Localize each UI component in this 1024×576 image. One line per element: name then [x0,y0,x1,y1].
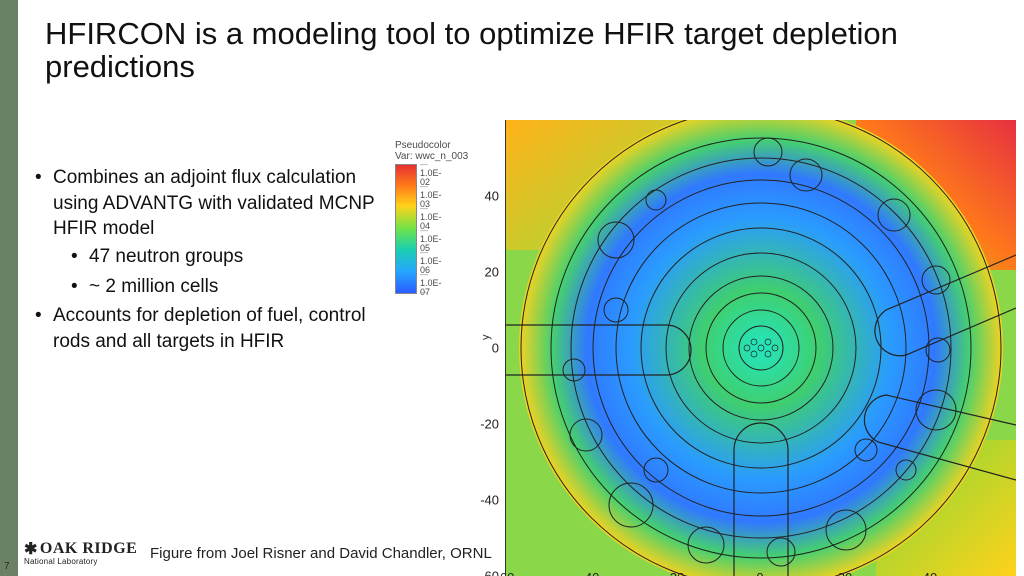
y-tick: 20 [469,265,499,280]
list-item: Combines an adjoint flux calculation usi… [35,165,385,299]
y-axis-label: y [480,335,492,341]
ornl-logo: ✱OAK RIDGE National Laboratory [24,539,137,566]
colorbar: PseudocolorVar: wwc_n_003 1.0E-02 1.0E-0… [395,140,495,310]
y-tick: -20 [469,417,499,432]
x-tick: 0 [756,570,763,576]
x-tick: 40 [923,570,937,576]
oak-leaf-icon: ✱ [24,539,38,559]
plot-svg [506,120,1016,576]
y-tick: -60 [469,569,499,576]
figure-credit: Figure from Joel Risner and David Chandl… [150,545,492,562]
colorbar-gradient [395,164,417,294]
colorbar-title: PseudocolorVar: wwc_n_003 [395,140,495,162]
list-item: ~ 2 million cells [71,274,385,300]
x-tick: 20 [838,570,852,576]
bullet-list: Combines an adjoint flux calculation usi… [35,165,385,358]
list-item: Accounts for depletion of fuel, control … [35,303,385,354]
y-tick: 0 [469,341,499,356]
list-item: 47 neutron groups [71,244,385,270]
side-accent-bar [0,0,18,576]
y-tick: -40 [469,493,499,508]
x-tick: -60 [496,570,515,576]
x-tick: -40 [581,570,600,576]
slide-number: 7 [4,561,10,572]
page-title: HFIRCON is a modeling tool to optimize H… [45,18,945,83]
y-tick: 40 [469,189,499,204]
x-tick: -20 [666,570,685,576]
reactor-plot [505,120,1015,576]
